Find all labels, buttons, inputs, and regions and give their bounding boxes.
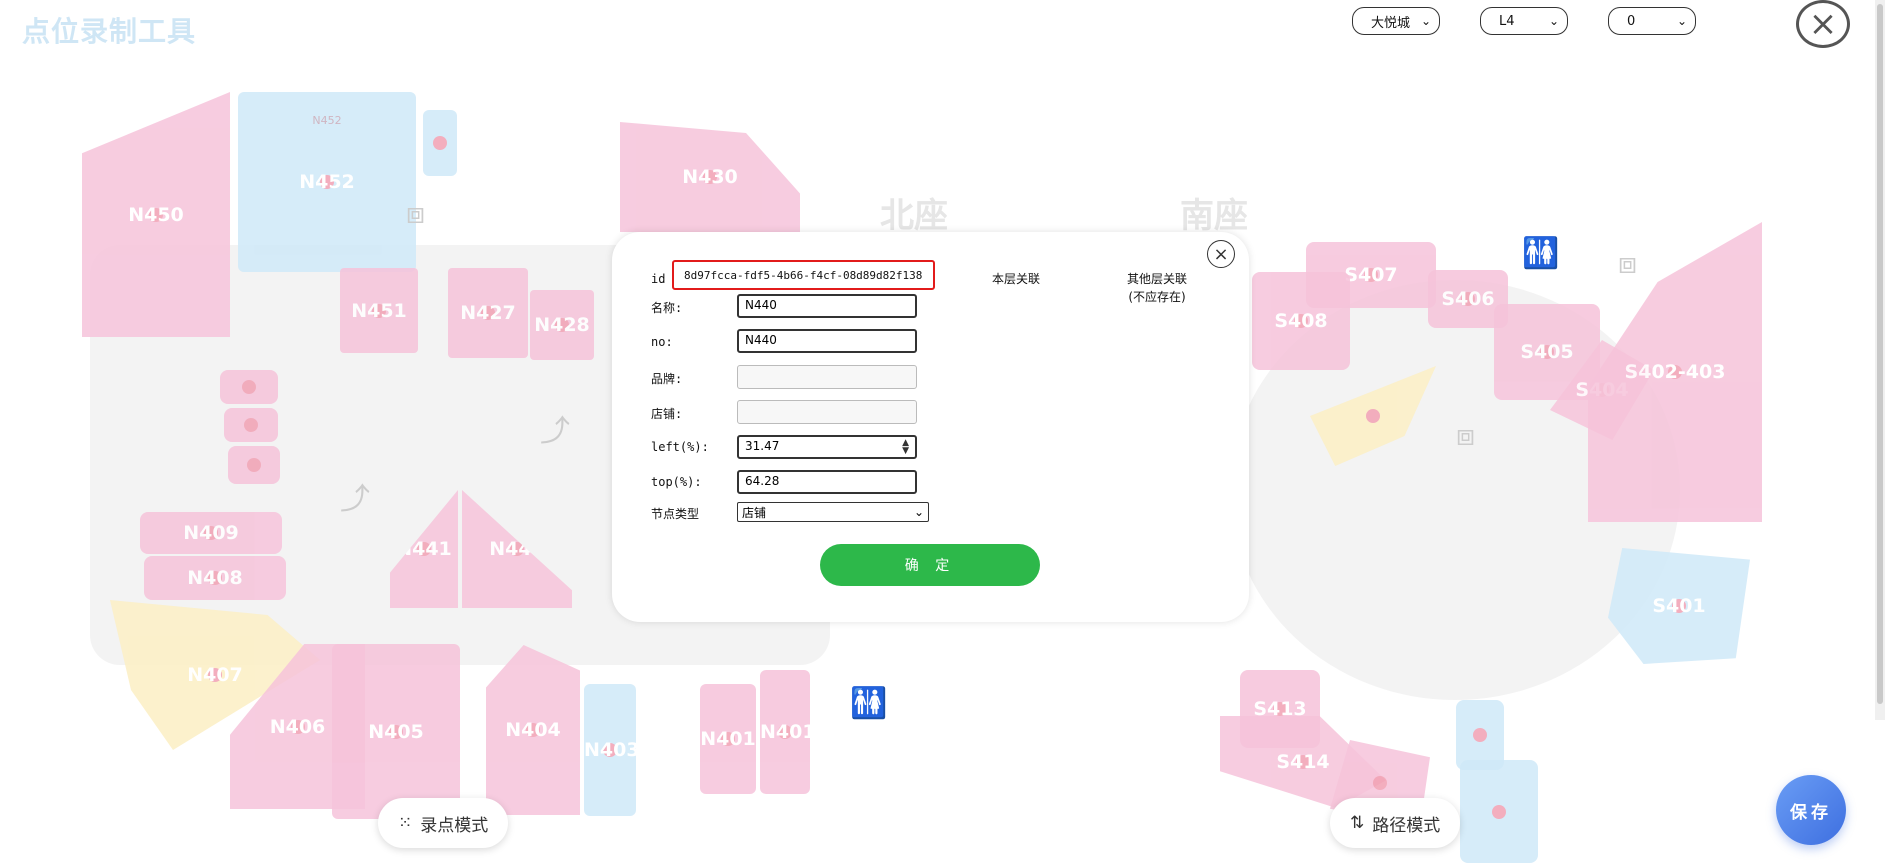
shop-N411[interactable] — [224, 408, 278, 442]
point-marker[interactable] — [244, 418, 258, 432]
app-title: 点位录制工具 — [22, 15, 197, 48]
confirm-button[interactable]: 确 定 — [820, 544, 1040, 586]
node-type-label: 节点类型 — [651, 507, 700, 521]
floor-select[interactable]: L4 ⌄ — [1480, 7, 1568, 35]
brand-input[interactable] — [737, 365, 917, 389]
store-label: 店铺: — [651, 407, 683, 421]
spinner-icon[interactable]: ▲ ▼ — [902, 439, 909, 456]
close-icon: × — [1808, 4, 1838, 44]
close-icon: × — [1213, 243, 1229, 265]
shop-N404[interactable]: N404 — [486, 645, 580, 815]
left-input[interactable]: 31.47 ▲ ▼ — [737, 435, 917, 459]
name-label: 名称: — [651, 301, 683, 315]
close-tool-button[interactable]: × — [1796, 0, 1850, 48]
shop-N412[interactable] — [220, 370, 278, 404]
store-input[interactable] — [737, 400, 917, 424]
point-edit-dialog: × id 8d97fcca-fdf5-4b66-f4cf-08d89d82f13… — [612, 232, 1249, 622]
point-marker[interactable] — [247, 458, 261, 472]
shop-N428[interactable]: N428 — [530, 290, 594, 360]
record-mode-label: 录点模式 — [420, 815, 489, 836]
shop-S418[interactable] — [1460, 760, 1538, 863]
shop-N448[interactable] — [423, 110, 457, 176]
point-marker[interactable] — [1492, 804, 1506, 819]
shop-N408[interactable]: N408 — [144, 556, 286, 600]
chevron-down-icon: ⌄ — [913, 505, 924, 519]
shop-N451[interactable]: N451 — [340, 268, 418, 353]
shop-N427[interactable]: N427 — [448, 268, 528, 358]
shop-N410[interactable] — [228, 446, 280, 484]
restroom-icon: 🚻 — [850, 686, 888, 721]
path-icon: ⇅ — [1350, 813, 1365, 833]
shop-N405[interactable]: N405 — [332, 644, 460, 819]
floor-select-value: L4 — [1499, 13, 1515, 29]
point-marker[interactable] — [242, 380, 256, 394]
chevron-down-icon: ⌄ — [1676, 14, 1687, 28]
shop-S402-403[interactable]: S402-403 — [1588, 222, 1762, 522]
other-floor-title: 其他层关联 — [1127, 272, 1188, 286]
shop-N430[interactable]: N430 — [620, 122, 800, 232]
elevator-icon: ⧈ — [1456, 418, 1476, 453]
point-marker[interactable] — [1366, 409, 1380, 423]
shop-S401[interactable]: S401 — [1608, 548, 1750, 664]
index-select-value: 0 — [1627, 13, 1636, 29]
shop-S408[interactable]: S408 — [1252, 272, 1350, 370]
id-value: 8d97fcca-fdf5-4b66-f4cf-08d89d82f138 — [672, 260, 935, 290]
same-floor-link-label: 本层关联 — [992, 272, 1041, 286]
elevator-icon: ⧈ — [406, 196, 426, 231]
scrollbar[interactable] — [1875, 0, 1885, 720]
path-mode-button[interactable]: ⇅ 路径模式 — [1330, 798, 1461, 848]
mall-select[interactable]: 大悦城 ⌄ — [1352, 7, 1440, 35]
shop-N402[interactable]: N401 — [700, 684, 756, 794]
restroom-icon: 🚻 — [1522, 236, 1560, 271]
escalator-icon: ⤴ — [340, 482, 370, 517]
zone-south-label: 南座 — [1180, 196, 1248, 236]
node-type-select[interactable]: 店铺 ⌄ — [737, 502, 929, 522]
shop-N409[interactable]: N409 — [140, 512, 282, 554]
left-label: left(%): — [651, 440, 709, 454]
brand-label: 品牌: — [651, 372, 683, 386]
chevron-down-icon: ⌄ — [1420, 14, 1431, 28]
no-input[interactable]: N440 — [737, 329, 917, 353]
shop-N450[interactable]: N450 — [82, 92, 230, 337]
other-floor-subtitle: (不应存在) — [1128, 290, 1186, 304]
scrollbar-thumb[interactable] — [1877, 4, 1883, 704]
point-marker[interactable] — [1373, 776, 1387, 790]
dialog-close-button[interactable]: × — [1207, 240, 1235, 268]
id-label: id — [651, 272, 666, 286]
left-value: 31.47 — [745, 439, 780, 453]
index-select[interactable]: 0 ⌄ — [1608, 7, 1696, 35]
point-marker[interactable] — [433, 136, 447, 150]
top-input[interactable]: 64.28 — [737, 470, 917, 494]
dots-grid-icon: ⁙ — [398, 813, 413, 833]
other-floor-link-label: 其他层关联 (不应存在) — [1127, 270, 1187, 306]
no-label: no: — [651, 335, 673, 349]
point-marker[interactable] — [1473, 728, 1487, 742]
shop-N403[interactable]: N403 — [584, 684, 640, 816]
mall-select-value: 大悦城 — [1371, 15, 1411, 31]
node-type-value: 店铺 — [742, 505, 767, 520]
header-selects: 大悦城 ⌄ L4 ⌄ 0 ⌄ — [1352, 7, 1696, 35]
elevator-icon: ⧈ — [1618, 246, 1638, 281]
name-input[interactable]: N440 — [737, 294, 917, 318]
save-button[interactable]: 保存 — [1776, 775, 1846, 845]
path-mode-label: 路径模式 — [1372, 815, 1441, 836]
top-label: top(%): — [651, 475, 702, 489]
shop-S419[interactable] — [1456, 700, 1504, 770]
escalator-icon: ⤴ — [540, 414, 570, 449]
shop-N452[interactable]: N452 N452 — [238, 92, 416, 272]
shop-N401[interactable]: N401 — [760, 670, 816, 794]
chevron-down-icon: ⌄ — [1548, 14, 1559, 28]
zone-north-label: 北座 — [880, 196, 948, 236]
record-mode-button[interactable]: ⁙ 录点模式 — [378, 798, 509, 848]
